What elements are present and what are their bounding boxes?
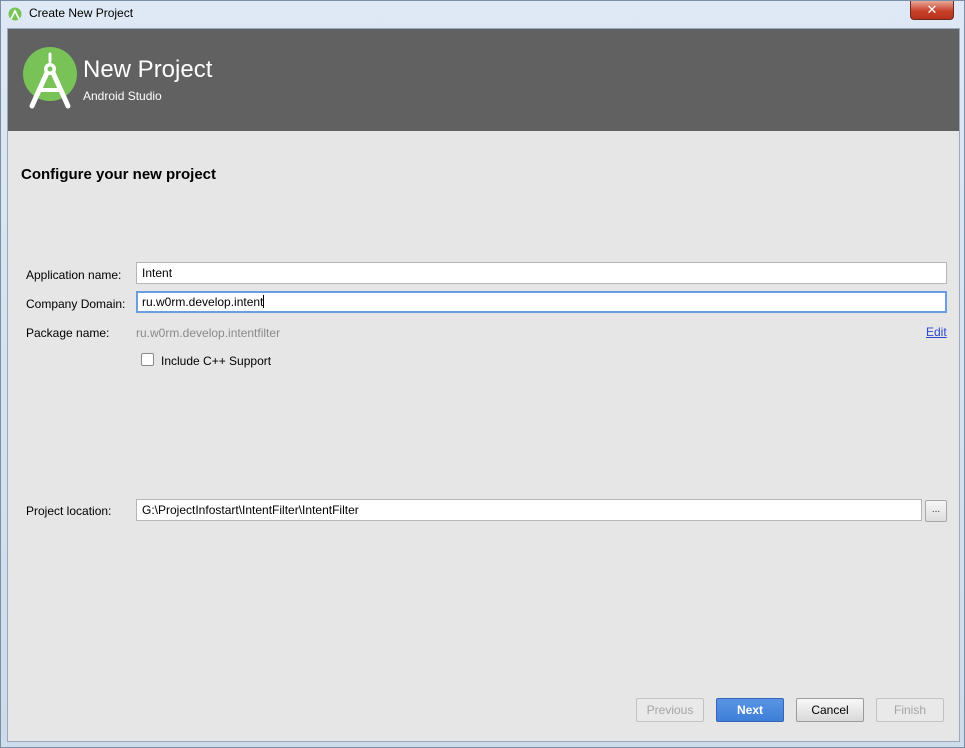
cpp-support-checkbox[interactable]: [141, 353, 154, 366]
project-location-value: G:\ProjectInfostart\IntentFilter\IntentF…: [142, 503, 359, 517]
company-domain-input[interactable]: ru.w0rm.develop.intent: [136, 291, 947, 313]
text-caret: [263, 295, 265, 308]
window-title: Create New Project: [29, 6, 134, 20]
application-name-input[interactable]: Intent: [136, 262, 947, 284]
dialog-content: New Project Android Studio Configure you…: [7, 28, 960, 742]
create-project-window: Create New Project ✕ New Project Android…: [0, 0, 965, 748]
project-location-input[interactable]: G:\ProjectInfostart\IntentFilter\IntentF…: [136, 499, 922, 521]
package-name-value: ru.w0rm.develop.intentfilter: [136, 326, 281, 340]
android-studio-icon: [8, 7, 22, 21]
header-banner: New Project Android Studio: [8, 29, 959, 131]
banner-subtitle: Android Studio: [83, 89, 162, 103]
cancel-button[interactable]: Cancel: [796, 698, 864, 722]
android-studio-logo: [23, 47, 77, 109]
title-bar[interactable]: Create New Project ✕: [1, 1, 964, 27]
application-name-label: Application name:: [26, 268, 122, 282]
package-name-label: Package name:: [26, 326, 110, 340]
edit-package-link[interactable]: Edit: [926, 325, 947, 339]
cpp-support-label[interactable]: Include C++ Support: [161, 354, 271, 368]
close-button[interactable]: ✕: [910, 1, 954, 20]
company-domain-value: ru.w0rm.develop.intent: [142, 295, 264, 309]
banner-title: New Project: [83, 56, 213, 83]
browse-location-button[interactable]: ...: [925, 500, 947, 522]
page-heading: Configure your new project: [21, 166, 217, 183]
application-name-value: Intent: [142, 266, 173, 280]
project-location-label: Project location:: [26, 504, 112, 518]
company-domain-label: Company Domain:: [26, 297, 126, 311]
previous-button[interactable]: Previous: [636, 698, 704, 722]
finish-button[interactable]: Finish: [876, 698, 944, 722]
next-button[interactable]: Next: [716, 698, 784, 722]
